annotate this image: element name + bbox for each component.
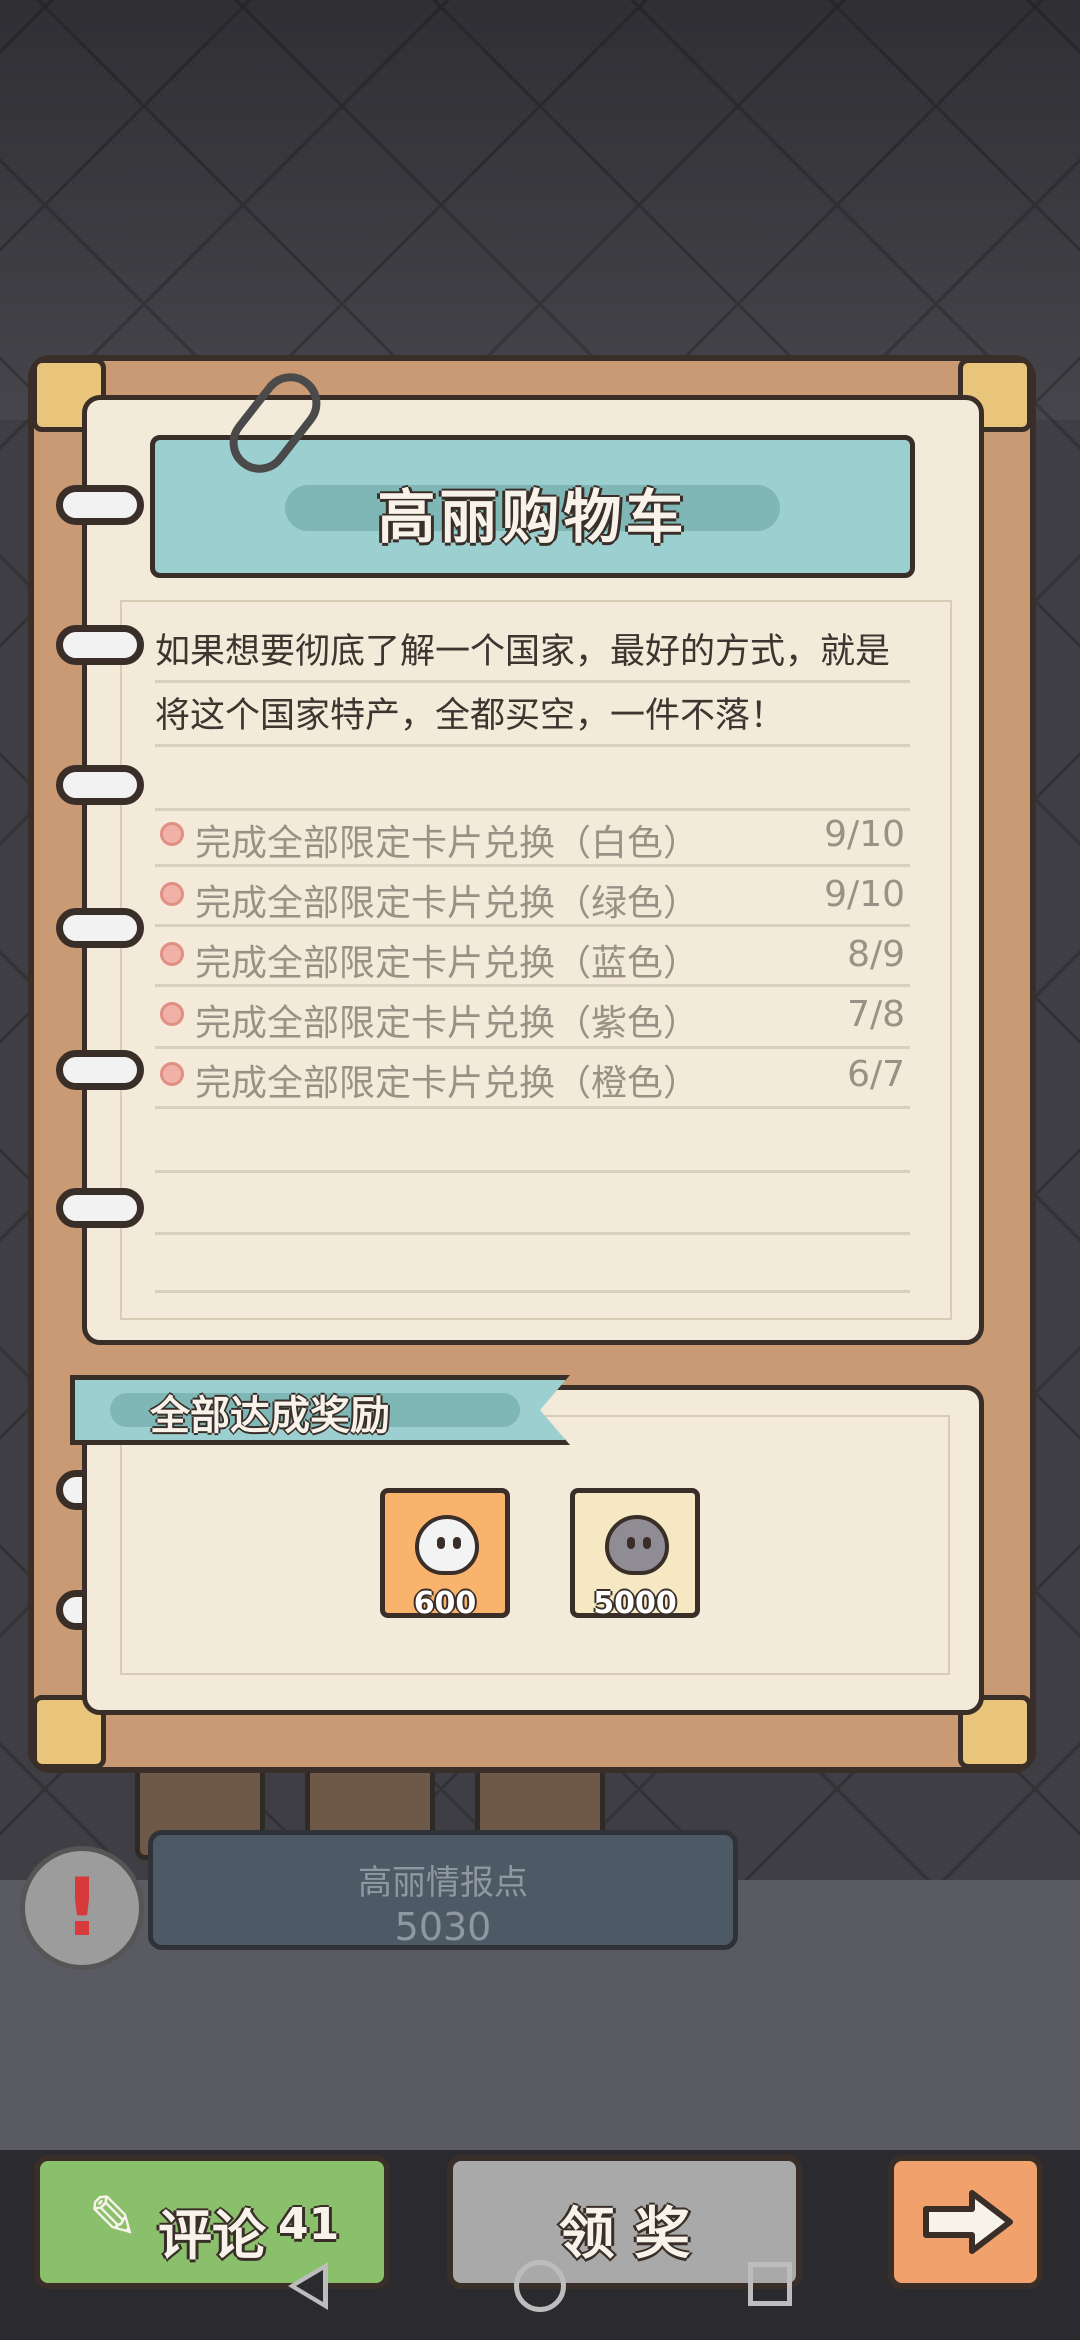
binder-ring [56, 625, 144, 665]
reward-amount: 5000 [593, 1586, 677, 1621]
reward-title: 全部达成奖励 [150, 1393, 390, 1439]
status-dot-icon [160, 1062, 184, 1086]
intel-points-label: 高丽情报点 [358, 1863, 528, 1903]
binder-ring [56, 1050, 144, 1090]
task-label: 完成全部限定卡片兑换（绿色） [195, 883, 700, 924]
status-dot-icon [160, 882, 184, 906]
task-item: 完成全部限定卡片兑换（紫色） 7/8 [155, 990, 905, 1044]
task-item: 完成全部限定卡片兑换（绿色） 9/10 [155, 870, 905, 924]
status-dot-icon [160, 942, 184, 966]
task-progress: 7/8 [847, 994, 905, 1035]
reward-amount: 600 [413, 1586, 477, 1621]
task-label: 完成全部限定卡片兑换（白色） [195, 823, 700, 864]
description-text: 如果想要彻底了解一个国家，最好的方式，就是将这个国家特产，全都买空，一件不落！ [155, 632, 891, 736]
back-icon-inner [296, 2270, 323, 2302]
gray-ghost-icon [605, 1515, 669, 1575]
task-label: 完成全部限定卡片兑换（紫色） [195, 1003, 700, 1044]
binder-ring [56, 1188, 144, 1228]
status-dot-icon [160, 822, 184, 846]
task-progress: 9/10 [824, 874, 905, 915]
reward-item[interactable]: 600 [380, 1488, 510, 1621]
reward-page-inner [120, 1415, 950, 1675]
line-rule [155, 680, 910, 683]
line-rule [155, 1106, 910, 1109]
task-progress: 6/7 [847, 1054, 905, 1095]
line-rule [155, 1046, 910, 1049]
binder-ring [56, 485, 144, 525]
task-item: 完成全部限定卡片兑换（白色） 9/10 [155, 810, 905, 864]
home-icon[interactable] [514, 2260, 566, 2312]
task-label: 完成全部限定卡片兑换（蓝色） [195, 943, 700, 984]
task-progress: 8/9 [847, 934, 905, 975]
page-title: 高丽购物车 [377, 483, 688, 551]
line-rule [155, 1170, 910, 1173]
task-label: 完成全部限定卡片兑换（橙色） [195, 1063, 700, 1104]
binder-ring [56, 908, 144, 948]
line-rule [155, 744, 910, 747]
task-progress: 9/10 [824, 814, 905, 855]
binder-ring [56, 765, 144, 805]
reward-item[interactable]: 5000 [570, 1488, 700, 1621]
task-item: 完成全部限定卡片兑换（蓝色） 8/9 [155, 930, 905, 984]
line-rule [155, 1290, 910, 1293]
status-dot-icon [160, 1002, 184, 1026]
line-rule [155, 1232, 910, 1235]
task-item: 完成全部限定卡片兑换（橙色） 6/7 [155, 1050, 905, 1104]
intel-points-value: 5030 [394, 1905, 492, 1949]
alert-icon[interactable]: ! [20, 1846, 144, 1970]
recent-apps-icon[interactable] [748, 2262, 792, 2306]
white-ghost-icon [415, 1515, 479, 1575]
